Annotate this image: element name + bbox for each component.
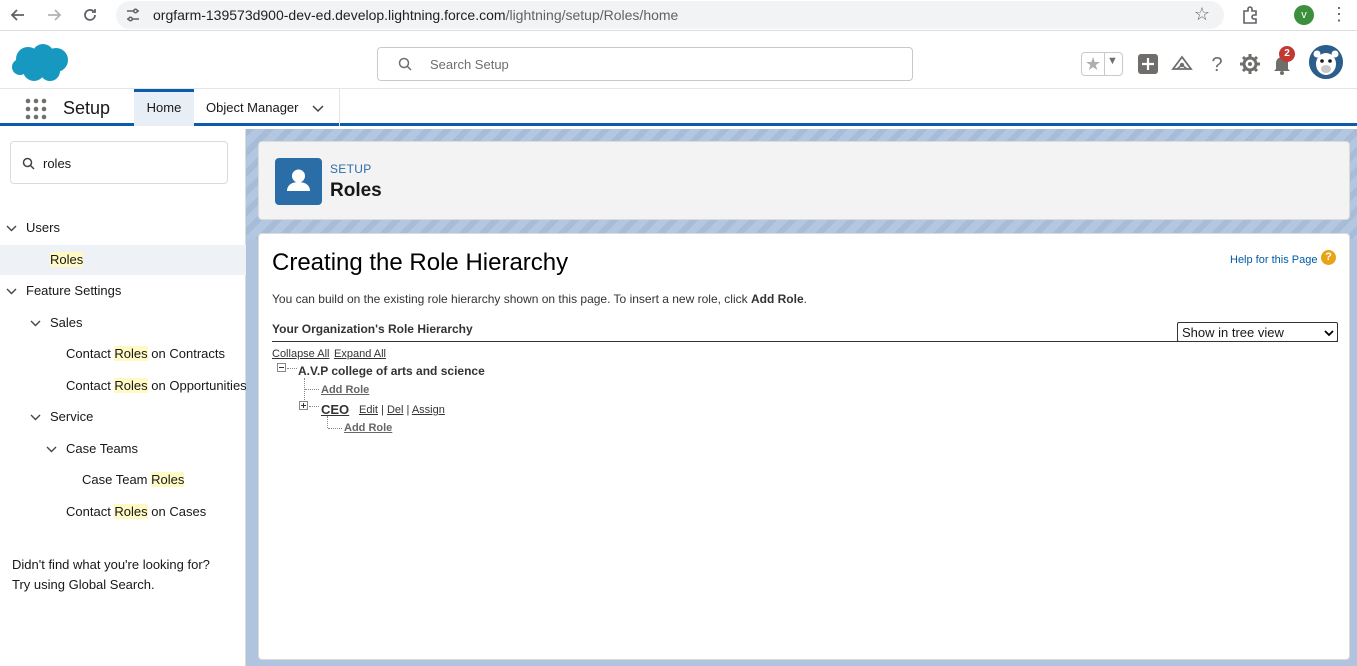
tree-item-label: Feature Settings	[26, 283, 122, 298]
back-icon[interactable]	[6, 4, 30, 26]
chevron-down-icon[interactable]	[46, 444, 57, 455]
separator: |	[381, 404, 384, 416]
browser-toolbar: orgfarm-139573d900-dev-ed.develop.lightn…	[0, 0, 1357, 31]
tree-item-service[interactable]: Service	[0, 402, 246, 432]
chevron-down-icon[interactable]	[30, 412, 41, 423]
assign-role-link[interactable]: Assign	[412, 404, 445, 416]
role-hierarchy-panel: Creating the Role Hierarchy Help for thi…	[258, 233, 1350, 660]
forward-icon[interactable]	[42, 4, 66, 26]
tree-item-label: Sales	[50, 315, 83, 330]
expand-all-link[interactable]: Expand All	[334, 348, 386, 360]
expand-node-icon[interactable]	[299, 401, 308, 410]
star-icon[interactable]: ☆	[1194, 4, 1210, 25]
view-mode-value: Show in tree view	[1182, 325, 1284, 340]
extensions-icon[interactable]	[1239, 5, 1261, 27]
search-icon	[398, 57, 412, 71]
context-navigation-bar: Setup Home Object Manager	[0, 89, 1357, 126]
svg-text:?: ?	[1211, 54, 1222, 75]
tree-item-label: Service	[50, 409, 94, 424]
favorites-dropdown-icon[interactable]: ▼	[1107, 55, 1118, 67]
trailhead-icon[interactable]	[1171, 53, 1193, 75]
add-role-link[interactable]: Add Role	[321, 384, 369, 396]
edit-role-link[interactable]: Edit	[359, 404, 378, 416]
main-content-area: SETUP Roles Creating the Role Hierarchy …	[246, 129, 1357, 666]
quick-find-value: roles	[43, 156, 72, 171]
section-divider	[272, 341, 1338, 342]
delete-role-link[interactable]: Del	[387, 404, 404, 416]
tree-item-roles[interactable]: Roles	[0, 245, 246, 275]
setup-gear-icon[interactable]	[1239, 53, 1261, 75]
tree-item-label: Contact Roles on Cases	[66, 504, 207, 519]
app-launcher-icon[interactable]	[25, 98, 47, 120]
setup-search-input[interactable]: Search Setup	[377, 47, 913, 81]
chevron-down-icon[interactable]	[6, 286, 17, 297]
view-mode-select[interactable]: Show in tree view	[1177, 322, 1338, 342]
user-avatar[interactable]	[1309, 45, 1343, 79]
add-role-link[interactable]: Add Role	[344, 422, 392, 434]
global-actions-plus-icon[interactable]	[1137, 53, 1159, 75]
user-role-icon	[275, 158, 322, 205]
tree-item-label: Roles	[50, 252, 84, 267]
search-placeholder: Search Setup	[430, 57, 509, 72]
tree-item-label: Case Team Roles	[82, 472, 185, 487]
tree-connector	[327, 416, 328, 428]
setup-tree-sidebar: roles Users Roles Feature Settings Sales…	[0, 129, 247, 666]
collapse-node-icon[interactable]	[277, 363, 286, 372]
content-title: Creating the Role Hierarchy	[272, 249, 569, 276]
search-icon	[22, 157, 35, 170]
tree-item-label: Users	[26, 220, 60, 235]
tree-item-case-teams[interactable]: Case Teams	[0, 434, 246, 464]
tree-connector	[328, 428, 342, 429]
tree-item-contact-roles-cases[interactable]: Contact Roles on Cases	[0, 497, 246, 527]
tree-item-users[interactable]: Users	[0, 213, 246, 243]
page-eyebrow: SETUP	[330, 162, 372, 176]
tree-connector	[305, 389, 319, 390]
description-text: You can build on the existing role hiera…	[272, 292, 807, 306]
app-name: Setup	[63, 98, 111, 118]
help-question-icon[interactable]: ?	[1321, 250, 1336, 265]
tree-item-contact-roles-opportunities[interactable]: Contact Roles on Opportunities	[0, 371, 247, 401]
salesforce-cloud-logo[interactable]	[12, 43, 70, 83]
separator: |	[406, 404, 410, 416]
root-role-node: A.V.P college of arts and science	[298, 364, 485, 378]
tree-item-contact-roles-contracts[interactable]: Contact Roles on Contracts	[0, 339, 246, 369]
chevron-down-icon[interactable]	[312, 102, 324, 114]
tree-connector	[287, 368, 297, 369]
tree-item-feature-settings[interactable]: Feature Settings	[0, 276, 246, 306]
tree-item-label: Case Teams	[66, 441, 139, 456]
tree-item-label: Contact Roles on Contracts	[66, 346, 225, 361]
favorites-divider	[1104, 53, 1105, 75]
profile-avatar[interactable]: v	[1294, 5, 1314, 25]
chevron-down-icon[interactable]	[6, 223, 17, 234]
page-title: Roles	[330, 180, 382, 201]
tab-object-manager[interactable]: Object Manager	[194, 89, 340, 126]
not-found-message: Didn't find what you're looking for? Try…	[12, 555, 210, 595]
help-link[interactable]: Help for this Page	[1230, 254, 1317, 266]
chevron-down-icon	[1324, 330, 1334, 337]
page-header: SETUP Roles	[258, 141, 1350, 220]
ceo-role-link[interactable]: CEO	[321, 402, 349, 417]
global-search-hint: Try using Global Search.	[12, 577, 155, 592]
reload-icon[interactable]	[78, 4, 102, 26]
tree-item-sales[interactable]: Sales	[0, 308, 246, 338]
tree-item-case-team-roles[interactable]: Case Team Roles	[0, 465, 246, 495]
favorites-star-icon[interactable]: ★	[1085, 54, 1101, 74]
url-text: orgfarm-139573d900-dev-ed.develop.lightn…	[153, 7, 679, 23]
tab-home[interactable]: Home	[134, 89, 194, 126]
chevron-down-icon[interactable]	[30, 318, 41, 329]
kebab-menu-icon[interactable]: ⋮	[1330, 4, 1348, 25]
help-icon[interactable]: ?	[1206, 53, 1228, 75]
tree-item-label: Contact Roles on Opportunities	[66, 378, 247, 393]
address-bar[interactable]: orgfarm-139573d900-dev-ed.develop.lightn…	[116, 1, 1224, 29]
favorites-button-group[interactable]: ★ ▼	[1081, 52, 1123, 76]
quick-find-input[interactable]: roles	[10, 141, 228, 184]
tune-icon[interactable]	[124, 6, 142, 24]
section-title: Your Organization's Role Hierarchy	[272, 322, 473, 336]
tree-connector	[309, 406, 319, 407]
collapse-all-link[interactable]: Collapse All	[272, 348, 329, 360]
tab-object-manager-label: Object Manager	[206, 100, 299, 115]
global-header: Search Setup ★ ▼ ? 2	[0, 31, 1357, 89]
notification-badge: 2	[1279, 46, 1295, 62]
role-actions: Edit | Del | Assign	[359, 404, 445, 416]
